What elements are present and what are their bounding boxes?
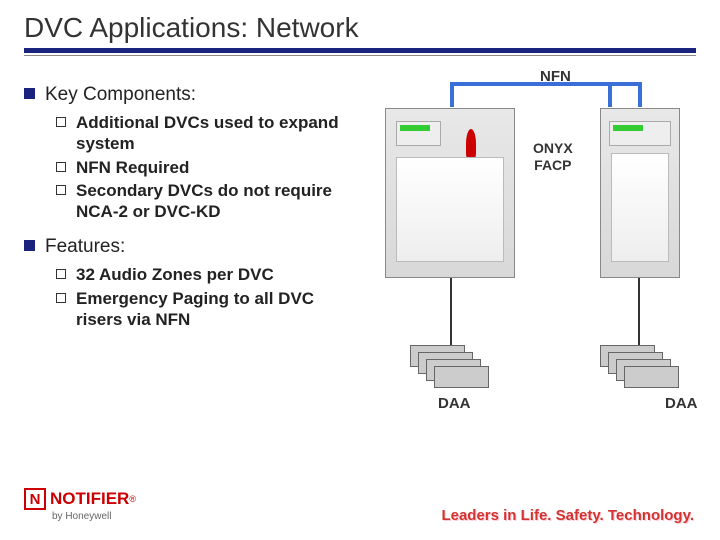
daa-box (434, 366, 489, 388)
riser-line-right (638, 278, 640, 348)
filled-square-bullet (24, 240, 35, 251)
microphone-icon (466, 129, 476, 159)
sub-list: Additional DVCs used to expand system NF… (56, 112, 364, 222)
led-display (396, 121, 441, 146)
daa-label-right: DAA (665, 395, 698, 412)
list-item: 32 Audio Zones per DVC (56, 264, 364, 285)
title-underline (24, 48, 696, 53)
dvc-panel-left (385, 108, 515, 278)
daa-box (624, 366, 679, 388)
nfn-v-line-right (638, 82, 642, 107)
registered-mark: ® (129, 494, 136, 504)
footer-tagline: Leaders in Life. Safety. Technology. (441, 507, 694, 524)
hollow-square-bullet (56, 162, 66, 172)
nfn-v-line-left (450, 82, 454, 107)
hollow-square-bullet (56, 269, 66, 279)
filled-square-bullet (24, 88, 35, 99)
notifier-name: NOTIFIER (50, 489, 129, 509)
item-text: NFN Required (76, 157, 189, 178)
section-heading: Key Components: (45, 84, 196, 106)
item-text: Additional DVCs used to expand system (76, 112, 364, 155)
slide-title: DVC Applications: Network (0, 0, 720, 48)
sub-list: 32 Audio Zones per DVC Emergency Paging … (56, 264, 364, 330)
hollow-square-bullet (56, 117, 66, 127)
list-item: NFN Required (56, 157, 364, 178)
footer-logo: N NOTIFIER ® by Honeywell (24, 488, 136, 522)
item-text: 32 Audio Zones per DVC (76, 264, 274, 285)
control-grid (396, 157, 504, 262)
n-mark-icon: N (24, 488, 46, 510)
section-features: Features: 32 Audio Zones per DVC Emergen… (24, 236, 364, 330)
hollow-square-bullet (56, 185, 66, 195)
hollow-square-bullet (56, 293, 66, 303)
content-column: Key Components: Additional DVCs used to … (24, 70, 364, 332)
riser-line-left (450, 278, 452, 348)
list-item: Secondary DVCs do not require NCA-2 or D… (56, 180, 364, 223)
item-text: Secondary DVCs do not require NCA-2 or D… (76, 180, 364, 223)
notifier-logo: N NOTIFIER ® (24, 488, 136, 510)
onyx-line2: FACP (534, 157, 571, 173)
list-item: Additional DVCs used to expand system (56, 112, 364, 155)
list-item: Emergency Paging to all DVC risers via N… (56, 288, 364, 331)
led-green-icon (400, 125, 430, 131)
byline: by Honeywell (52, 511, 136, 522)
nfn-v-line-mid (608, 82, 612, 107)
dvc-panel-right (600, 108, 680, 278)
section-key-components: Key Components: Additional DVCs used to … (24, 84, 364, 222)
led-green-icon (613, 125, 643, 131)
onyx-line1: ONYX (533, 140, 573, 156)
onyx-facp-label: ONYX FACP (533, 140, 573, 174)
section-heading: Features: (45, 236, 125, 258)
control-grid (611, 153, 669, 262)
daa-label-left: DAA (438, 395, 471, 412)
item-text: Emergency Paging to all DVC risers via N… (76, 288, 364, 331)
network-diagram: NFN ONYX FACP DAA DAA (380, 80, 710, 450)
panel-screen (609, 121, 671, 146)
